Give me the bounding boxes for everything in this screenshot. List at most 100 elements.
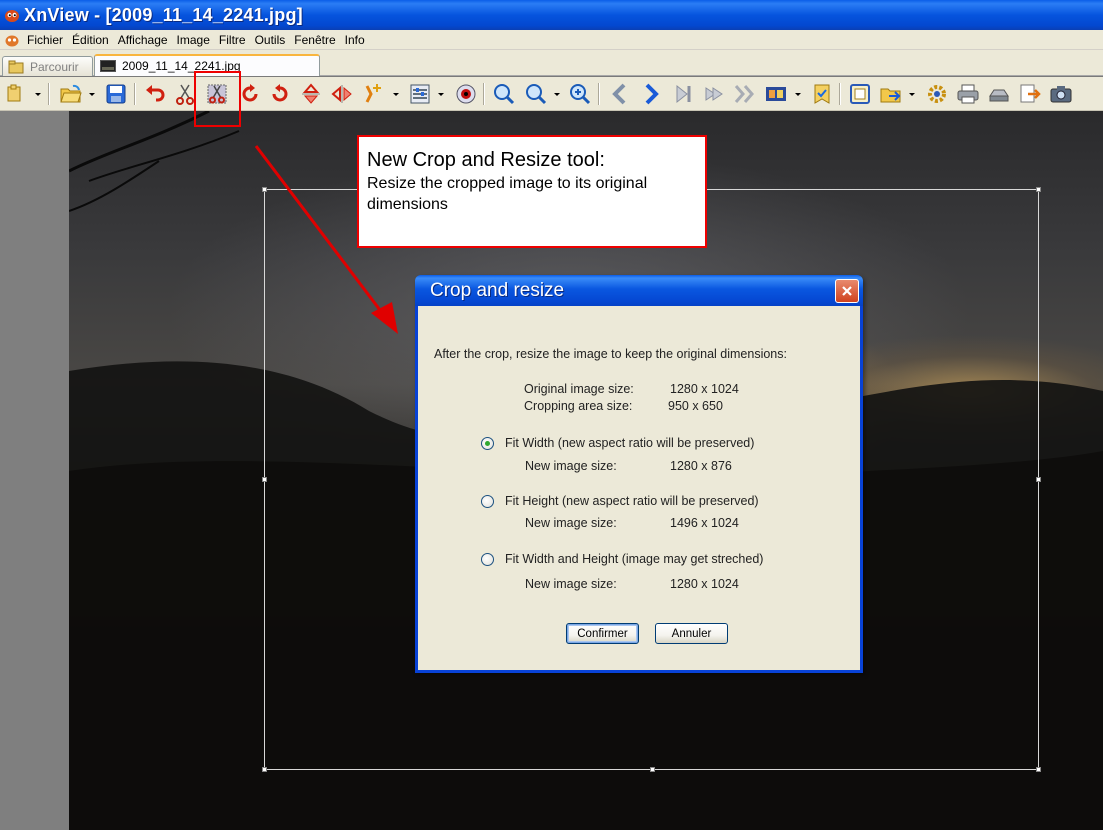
resize-dropdown[interactable] [392,81,400,107]
zoom-fit-button[interactable] [567,81,593,107]
previous-icon [612,83,626,105]
menu-filtre[interactable]: Filtre [216,33,252,47]
save-button[interactable] [103,81,129,107]
export-icon [1020,84,1041,103]
export-button[interactable] [1017,81,1043,107]
browser-icon [8,60,24,73]
toolbar-highlight-annotation [194,71,241,127]
scanner-button[interactable] [986,81,1012,107]
resize-icon [365,84,381,103]
adjust-dropdown[interactable] [437,81,445,107]
fit-width-size-value: 1280 x 876 [670,459,732,473]
fit-width-label[interactable]: Fit Width (new aspect ratio will be pres… [505,436,754,450]
open-folder-icon [60,84,82,103]
next-icon [645,83,659,105]
save-icon [106,84,126,104]
crop-handle-right[interactable] [1036,477,1041,482]
window-title: XnView - [2009_11_14_2241.jpg] [24,4,303,25]
bookmark-button[interactable] [809,81,835,107]
tab-bar: Parcourir 2009_11_14_2241.jpg [0,50,1103,76]
camera-icon [1050,86,1072,103]
fit-width-radio[interactable] [481,437,494,450]
crop-handle-left[interactable] [262,477,267,482]
rotate-right-button[interactable] [267,81,293,107]
dialog-titlebar[interactable]: Crop and resize [415,275,863,306]
filmstrip-button[interactable] [763,81,789,107]
fit-height-size-label: New image size: [525,516,617,530]
close-button[interactable] [835,278,859,303]
red-eye-button[interactable] [453,81,479,107]
fit-height-size-value: 1496 x 1024 [670,516,739,530]
adjust-button[interactable] [407,81,433,107]
menu-outils[interactable]: Outils [252,33,292,47]
browser-button[interactable] [4,81,30,107]
crop-resize-dialog: Crop and resize After the crop, resize t… [415,275,863,673]
fit-height-radio[interactable] [481,495,494,508]
tab-parcourir[interactable]: Parcourir [2,56,93,76]
flip-horizontal-icon [331,85,352,103]
next-button[interactable] [638,81,664,107]
zoom-in-button[interactable] [491,81,517,107]
resize-button[interactable] [360,81,386,107]
tab-label: Parcourir [30,59,79,74]
bookmark-icon [814,84,830,104]
menu-image[interactable]: Image [174,33,216,47]
zoom-dropdown[interactable] [553,81,561,107]
undo-button[interactable] [142,81,168,107]
open-dropdown[interactable] [88,81,96,107]
fit-height-label[interactable]: Fit Height (new aspect ratio will be pre… [505,494,759,508]
menu-fenetre[interactable]: Fenêtre [291,33,341,47]
open-button[interactable] [58,81,84,107]
menu-info[interactable]: Info [342,33,371,47]
move-icon [880,88,901,103]
fit-both-size-label: New image size: [525,577,617,591]
slideshow-button[interactable] [731,81,757,107]
copy-button[interactable] [847,81,873,107]
settings-button[interactable] [924,81,950,107]
flip-horizontal-button[interactable] [329,81,355,107]
copy-icon [850,84,870,104]
toolbar-separator [134,83,136,105]
zoom-in-icon [494,84,515,105]
first-button[interactable] [670,81,696,107]
callout-title: New Crop and Resize tool: [367,149,605,171]
previous-button[interactable] [607,81,633,107]
rotate-right-icon [272,84,288,102]
adjust-icon [410,84,430,104]
print-button[interactable] [955,81,981,107]
crop-handle-top-right[interactable] [1036,187,1041,192]
move-dropdown[interactable] [908,81,916,107]
last-button[interactable] [701,81,727,107]
toolbar-separator [483,83,485,105]
print-icon [957,84,979,104]
crop-handle-bottom-right[interactable] [1036,767,1041,772]
xnview-menu-icon[interactable] [4,32,20,48]
crop-handle-bottom-left[interactable] [262,767,267,772]
zoom-out-icon [526,84,547,105]
menu-bar: Fichier Édition Affichage Image Filtre O… [0,30,1103,50]
fit-both-radio[interactable] [481,553,494,566]
menu-edition[interactable]: Édition [69,33,115,47]
browser-icon [7,84,21,102]
toolbar-separator [598,83,600,105]
menu-fichier[interactable]: Fichier [24,33,69,47]
crop-handle-top-left[interactable] [262,187,267,192]
cancel-button[interactable]: Annuler [655,623,728,644]
filmstrip-dropdown[interactable] [794,81,802,107]
toolbar-separator [839,83,841,105]
move-button[interactable] [878,81,904,107]
settings-icon [928,85,946,103]
zoom-out-button[interactable] [523,81,549,107]
menu-affichage[interactable]: Affichage [115,33,174,47]
first-icon [676,84,691,104]
camera-button[interactable] [1048,81,1074,107]
dialog-title: Crop and resize [430,279,565,301]
browser-dropdown[interactable] [34,81,42,107]
flip-vertical-button[interactable] [298,81,324,107]
confirm-button[interactable]: Confirmer [566,623,639,644]
dialog-intro: After the crop, resize the image to keep… [434,347,787,361]
crop-handle-bottom[interactable] [650,767,655,772]
last-icon [705,87,723,101]
filmstrip-icon [766,87,786,101]
fit-both-label[interactable]: Fit Width and Height (image may get stre… [505,552,763,566]
